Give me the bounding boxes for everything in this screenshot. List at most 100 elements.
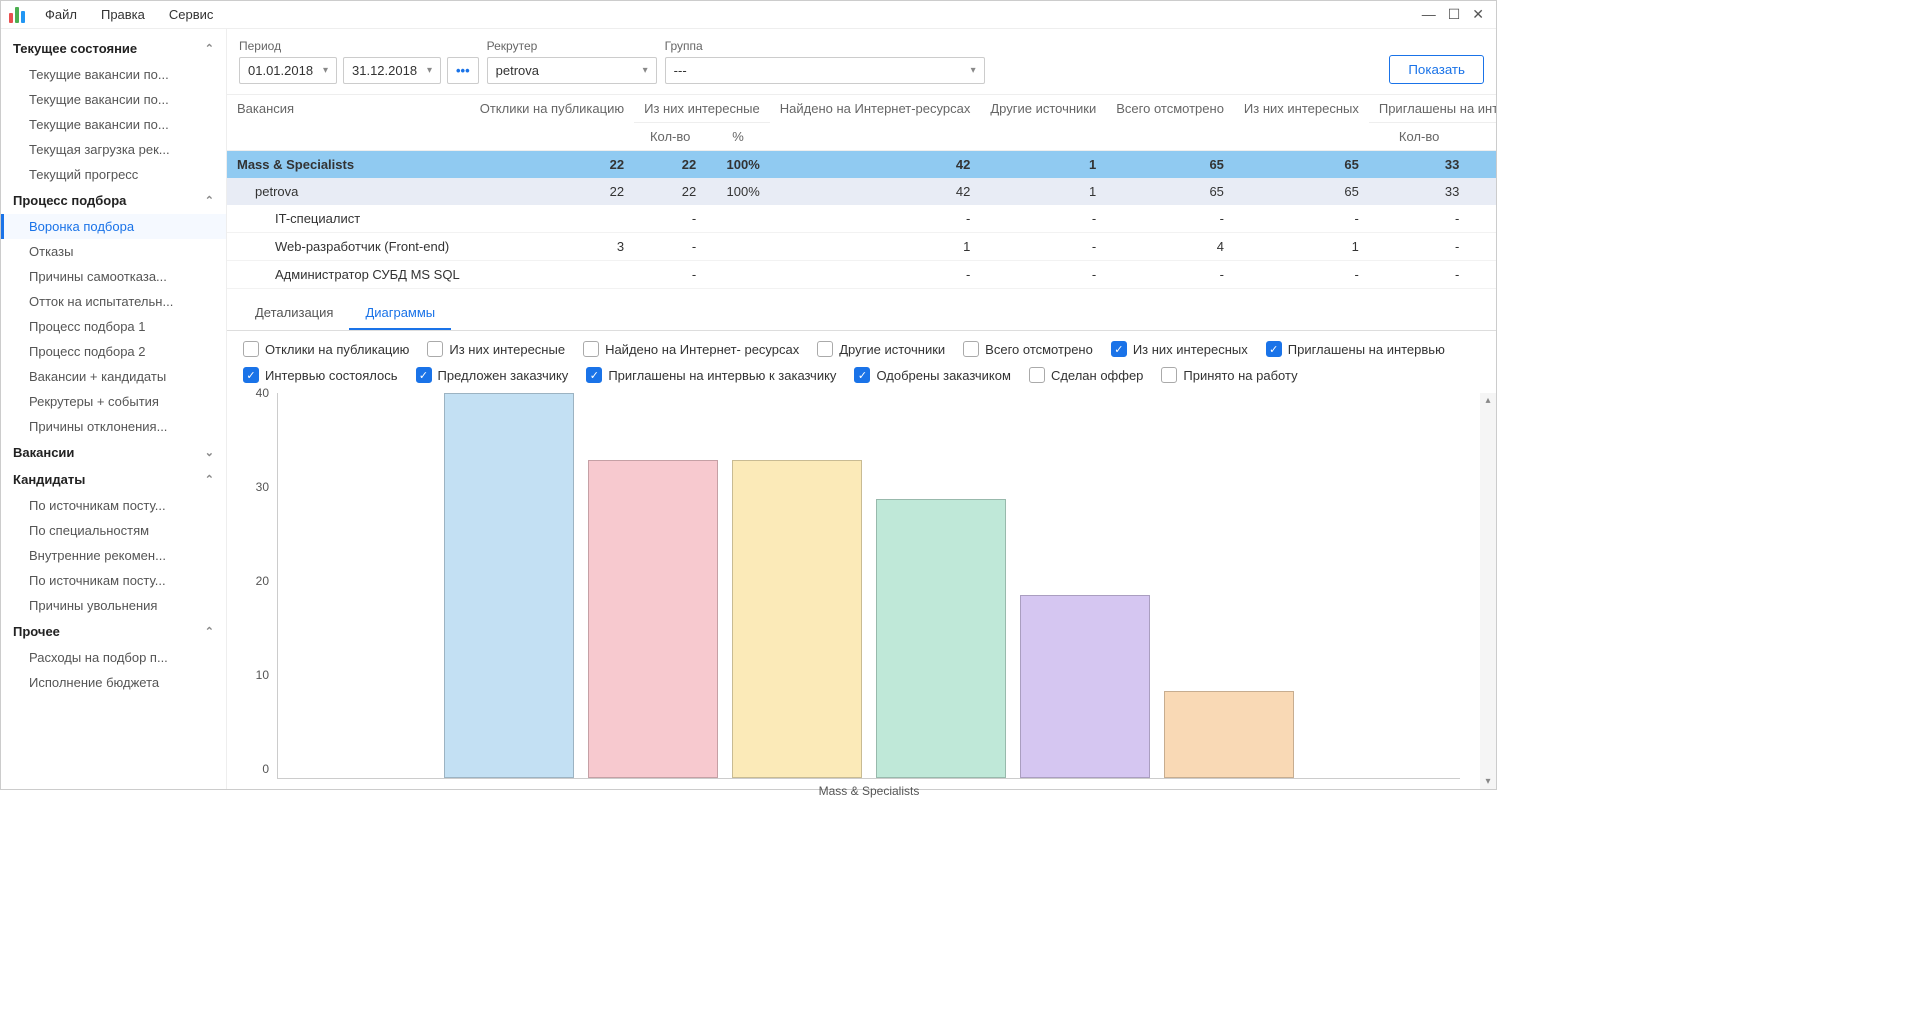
checkbox-label: Принято на работу <box>1183 368 1297 383</box>
sidebar-item[interactable]: По источникам посту... <box>1 493 226 518</box>
col-other: Другие источники <box>980 95 1106 151</box>
table-row[interactable]: Web-разработчик (Front-end)3-1-41-- <box>227 233 1496 261</box>
col-vacancy: Вакансия <box>227 95 470 151</box>
sidebar-item[interactable]: Текущие вакансии по... <box>1 87 226 112</box>
chart-bar <box>732 460 862 778</box>
caret-down-icon: ▾ <box>971 65 976 76</box>
sidebar-group-label: Вакансии <box>13 445 74 460</box>
date-from-input[interactable]: 01.01.2018 ▾ <box>239 57 337 84</box>
chevron-up-icon: ⌃ <box>205 473 214 486</box>
series-checkbox[interactable]: Принято на работу <box>1161 367 1297 383</box>
checkbox-label: Приглашены на интервью <box>1288 342 1445 357</box>
col-invited: Приглашены на интервью <box>1369 95 1496 123</box>
tab-charts[interactable]: Диаграммы <box>349 297 451 330</box>
tab-detail[interactable]: Детализация <box>239 297 349 330</box>
series-checkbox[interactable]: Сделан оффер <box>1029 367 1143 383</box>
vertical-scrollbar[interactable]: ▴ ▾ <box>1480 393 1496 789</box>
series-checkbox[interactable]: ✓Одобрены заказчиком <box>854 367 1011 383</box>
recruiter-select[interactable]: petrova ▾ <box>487 57 657 84</box>
menu-edit[interactable]: Правка <box>97 5 149 24</box>
series-checkbox[interactable]: ✓Приглашены на интервью к заказчику <box>586 367 836 383</box>
window-minimize-icon[interactable]: — <box>1422 6 1436 23</box>
series-checkbox[interactable]: Всего отсмотрено <box>963 341 1093 357</box>
chart-bar <box>1020 595 1150 778</box>
recruiter-label: Рекрутер <box>487 39 657 53</box>
sidebar-item[interactable]: Процесс подбора 2 <box>1 339 226 364</box>
checkbox-icon <box>817 341 833 357</box>
series-checkbox[interactable]: Из них интересные <box>427 341 565 357</box>
sidebar-item-funnel[interactable]: Воронка подбора <box>1 214 226 239</box>
col-found: Найдено на Интернет-ресурсах <box>770 95 981 151</box>
table-row[interactable]: Администратор СУБД MS SQL------- <box>227 261 1496 289</box>
sidebar-group-process[interactable]: Процесс подбора ⌃ <box>1 187 226 214</box>
chevron-up-icon: ⌃ <box>205 625 214 638</box>
series-checkbox[interactable]: Другие источники <box>817 341 945 357</box>
sidebar-item[interactable]: Внутренние рекомен... <box>1 543 226 568</box>
checkbox-label: Из них интересные <box>449 342 565 357</box>
checkbox-label: Из них интересных <box>1133 342 1248 357</box>
menu-service[interactable]: Сервис <box>165 5 218 24</box>
series-checkbox[interactable]: ✓ Интервью состоялось <box>243 367 398 383</box>
sidebar-item[interactable]: Исполнение бюджета <box>1 670 226 695</box>
scroll-down-icon[interactable]: ▾ <box>1485 776 1490 787</box>
series-checkbox[interactable]: ✓ Приглашены на интервью <box>1266 341 1445 357</box>
menu-file[interactable]: Файл <box>41 5 81 24</box>
sidebar-group-other[interactable]: Прочее ⌃ <box>1 618 226 645</box>
sidebar-item[interactable]: Рекрутеры + события <box>1 389 226 414</box>
main-content: Период 01.01.2018 ▾ 31.12.2018 ▾ ••• <box>227 29 1496 789</box>
sidebar-item[interactable]: Текущие вакансии по... <box>1 62 226 87</box>
sub-qty: Кол-во <box>1369 123 1469 151</box>
period-more-button[interactable]: ••• <box>447 57 479 84</box>
col-reviewed-int: Из них интересных <box>1234 95 1369 151</box>
sidebar-item[interactable]: Причины самоотказа... <box>1 264 226 289</box>
sidebar-item[interactable]: Отказы <box>1 239 226 264</box>
chart-y-axis: 403020100 <box>237 393 273 769</box>
chart-area: 403020100 Mass & Specialists <box>227 393 1480 789</box>
checkbox-icon: ✓ <box>1266 341 1282 357</box>
checkbox-label: Отклики на публикацию <box>265 342 409 357</box>
show-button[interactable]: Показать <box>1389 55 1484 84</box>
checkbox-icon: ✓ <box>243 367 259 383</box>
table-row[interactable]: petrova2222100%42165653350%33 <box>227 178 1496 205</box>
sidebar-group-label: Кандидаты <box>13 472 85 487</box>
checkbox-icon <box>243 341 259 357</box>
sidebar-item[interactable]: Процесс подбора 1 <box>1 314 226 339</box>
sidebar-item[interactable]: Текущая загрузка рек... <box>1 137 226 162</box>
col-responses: Отклики на публикацию <box>470 95 634 151</box>
series-checkbox[interactable]: Найдено на Интернет- ресурсах <box>583 341 799 357</box>
data-table: Вакансия Отклики на публикацию Из них ин… <box>227 95 1496 289</box>
sidebar-item[interactable]: Причины увольнения <box>1 593 226 618</box>
sidebar-item[interactable]: Вакансии + кандидаты <box>1 364 226 389</box>
table-row[interactable]: Mass & Specialists2222100%42165653350%33 <box>227 151 1496 179</box>
date-to-input[interactable]: 31.12.2018 ▾ <box>343 57 441 84</box>
sidebar-item[interactable]: По источникам посту... <box>1 568 226 593</box>
sidebar-group-candidates[interactable]: Кандидаты ⌃ <box>1 466 226 493</box>
series-checkbox[interactable]: Отклики на публикацию <box>243 341 409 357</box>
sidebar-item[interactable]: Причины отклонения... <box>1 414 226 439</box>
scroll-up-icon[interactable]: ▴ <box>1485 395 1490 406</box>
series-checkbox[interactable]: ✓Предложен заказчику <box>416 367 569 383</box>
chart-bar <box>588 460 718 778</box>
window-close-icon[interactable]: ✕ <box>1472 6 1484 23</box>
filter-bar: Период 01.01.2018 ▾ 31.12.2018 ▾ ••• <box>227 29 1496 94</box>
checkbox-label: Предложен заказчику <box>438 368 569 383</box>
y-tick-label: 20 <box>256 574 269 588</box>
chart-bar <box>1164 691 1294 778</box>
sidebar-item[interactable]: Отток на испытательн... <box>1 289 226 314</box>
window-maximize-icon[interactable]: ☐ <box>1448 6 1461 23</box>
table-row[interactable]: IT-специалист------- <box>227 205 1496 233</box>
chart-series-checkboxes: Отклики на публикацию Из них интересные На… <box>227 331 1496 393</box>
sidebar-group-vacancies[interactable]: Вакансии ⌄ <box>1 439 226 466</box>
sidebar-item[interactable]: Текущий прогресс <box>1 162 226 187</box>
caret-down-icon: ▾ <box>323 65 328 76</box>
sidebar-item[interactable]: Расходы на подбор п... <box>1 645 226 670</box>
checkbox-label: Интервью состоялось <box>265 368 398 383</box>
group-select[interactable]: --- ▾ <box>665 57 985 84</box>
checkbox-icon <box>963 341 979 357</box>
sidebar-item[interactable]: Текущие вакансии по... <box>1 112 226 137</box>
y-tick-label: 10 <box>256 668 269 682</box>
sidebar-item[interactable]: По специальностям <box>1 518 226 543</box>
chart-bar <box>876 499 1006 778</box>
sidebar-group-current[interactable]: Текущее состояние ⌃ <box>1 35 226 62</box>
series-checkbox[interactable]: ✓Из них интересных <box>1111 341 1248 357</box>
